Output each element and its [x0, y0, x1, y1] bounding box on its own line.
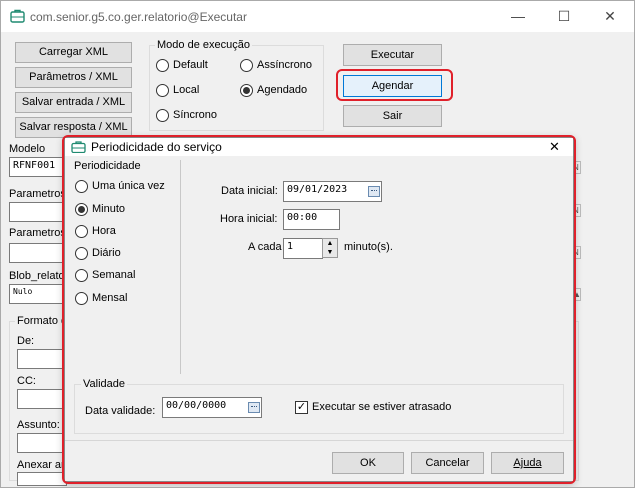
radio-local[interactable] — [156, 84, 169, 97]
from-input[interactable] — [17, 349, 67, 369]
radio-local-label: Local — [173, 84, 200, 96]
blob-input[interactable]: Nulo — [9, 284, 67, 304]
minimize-icon: — — [511, 8, 525, 24]
execution-mode-label: Modo de execução — [155, 39, 252, 51]
schedule-button-highlight — [336, 69, 453, 101]
radio-default-label: Default — [173, 59, 208, 71]
radio-sync-label: Síncrono — [173, 109, 218, 121]
parametros-2-input[interactable] — [9, 243, 67, 263]
parametros-2-label: Parametros — [9, 227, 66, 239]
close-icon: ✕ — [604, 8, 616, 24]
from-label: De: — [17, 335, 35, 347]
close-button[interactable]: ✕ — [587, 1, 633, 32]
window-title: com.senior.g5.co.ger.relatorio@Executar — [30, 10, 247, 24]
minimize-button[interactable]: — — [495, 1, 541, 32]
modelo-input[interactable]: RFNF001 — [9, 157, 67, 177]
maximize-icon: ☐ — [557, 8, 571, 24]
save-input-xml-button[interactable]: Salvar entrada / XML — [15, 92, 132, 113]
radio-async-label: Assíncrono — [257, 59, 313, 71]
subject-label: Assunto: — [17, 419, 60, 431]
parametros-1-label: Parametros — [9, 188, 66, 200]
subject-input[interactable] — [17, 433, 67, 453]
cc-input[interactable] — [17, 389, 67, 409]
app-icon — [10, 9, 25, 23]
attach-input[interactable] — [17, 472, 67, 486]
parameters-xml-button[interactable]: Parâmetros / XML — [15, 67, 132, 88]
radio-scheduled-label: Agendado — [257, 84, 308, 96]
maximize-button[interactable]: ☐ — [541, 1, 587, 32]
parametros-1-input[interactable] — [9, 202, 67, 222]
attach-label: Anexar ar — [17, 459, 65, 471]
exit-button[interactable]: Sair — [343, 105, 442, 127]
main-window: com.senior.g5.co.ger.relatorio@Executar … — [0, 0, 635, 488]
blob-label: Blob_relato — [9, 270, 65, 282]
radio-scheduled[interactable] — [240, 84, 253, 97]
modelo-label: Modelo — [9, 143, 46, 155]
execute-button[interactable]: Executar — [343, 44, 442, 66]
title-bar: com.senior.g5.co.ger.relatorio@Executar … — [1, 1, 634, 32]
radio-sync[interactable] — [156, 109, 169, 122]
cc-label: CC: — [17, 375, 36, 387]
dialog-highlight — [62, 135, 576, 484]
load-xml-button[interactable]: Carregar XML — [15, 42, 132, 63]
radio-default[interactable] — [156, 59, 169, 72]
radio-async[interactable] — [240, 59, 253, 72]
